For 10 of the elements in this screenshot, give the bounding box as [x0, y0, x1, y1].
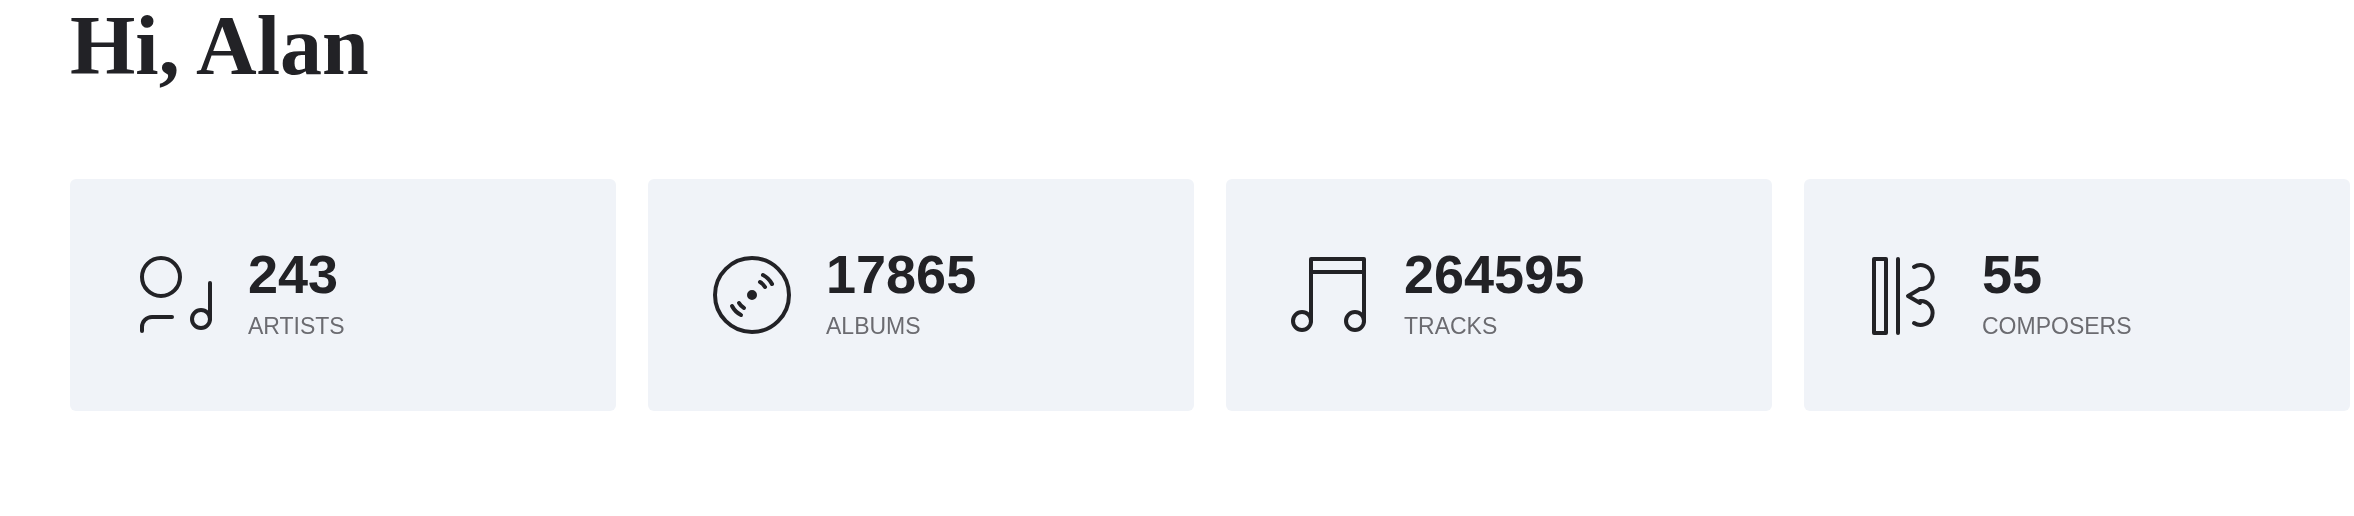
stat-value: 264595 [1404, 246, 1585, 301]
stat-label: TRACKS [1404, 314, 1499, 338]
greeting-heading: Hi, Alan [70, 0, 370, 88]
stat-value: 55 [1982, 246, 2044, 301]
stat-value: 17865 [826, 246, 977, 301]
stat-label: ALBUMS [826, 314, 922, 338]
stat-label: ARTISTS [248, 314, 345, 338]
stat-value: 243 [248, 246, 340, 301]
stat-label: COMPOSERS [1982, 314, 2132, 338]
vinyl-disc-icon [712, 255, 792, 335]
